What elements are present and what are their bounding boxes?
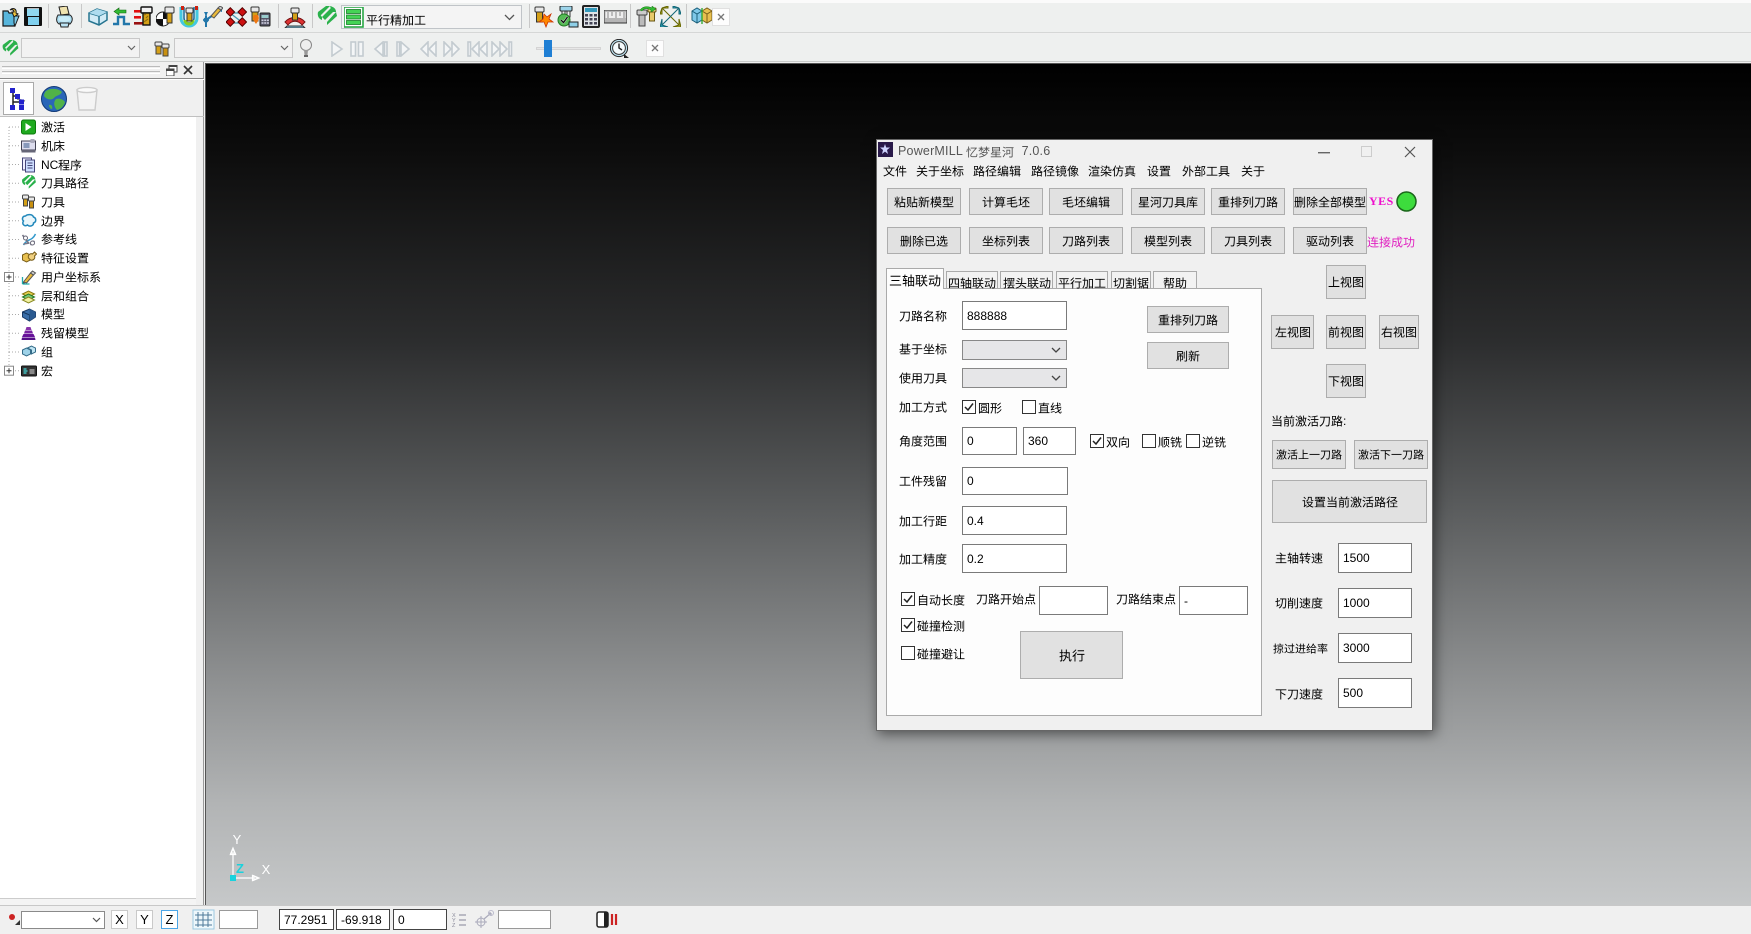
- svg-text:X: X: [262, 862, 271, 877]
- svg-text:Z: Z: [236, 861, 244, 876]
- svg-text:Y: Y: [233, 832, 242, 847]
